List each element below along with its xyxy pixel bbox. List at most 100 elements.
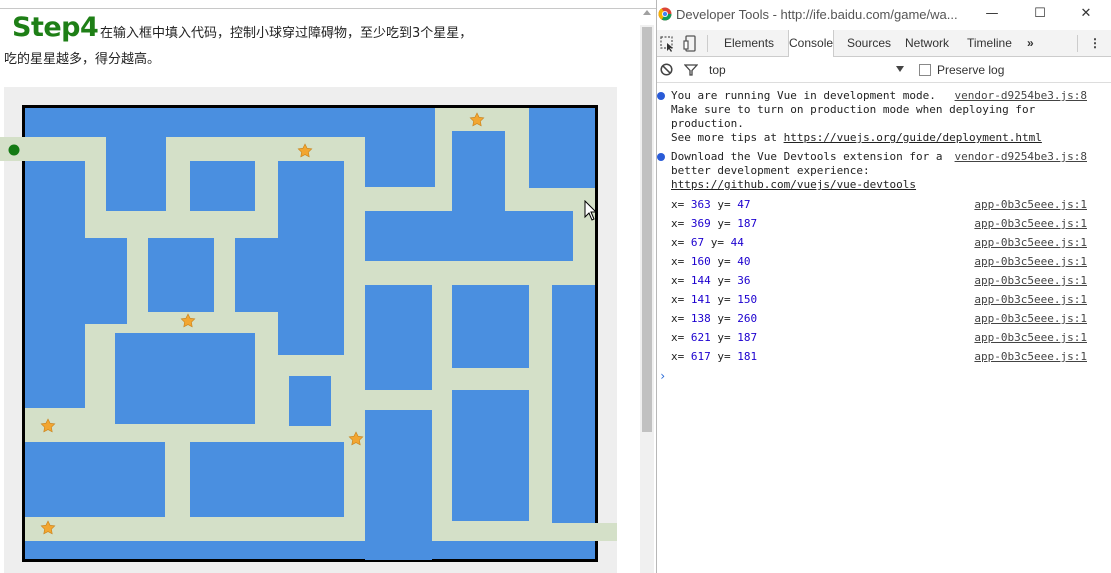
log-source-link[interactable]: app-0b3c5eee.js:1 <box>974 290 1087 309</box>
tab-console-label: Console <box>789 36 834 50</box>
context-dropdown-caret-icon[interactable] <box>896 66 904 72</box>
vue-devtools-link[interactable]: https://github.com/vuejs/vue-devtools <box>671 178 916 191</box>
wall-block <box>148 238 214 312</box>
log-x-label: x= <box>671 312 685 325</box>
filter-icon[interactable] <box>684 64 698 76</box>
log-source-link[interactable]: app-0b3c5eee.js:1 <box>974 271 1087 290</box>
star-icon <box>180 313 196 328</box>
log-x-value: 138 <box>690 312 711 325</box>
log-y-value: 36 <box>737 274 751 287</box>
message-link-line: https://github.com/vuejs/vue-devtools <box>671 178 1091 192</box>
log-x-label: x= <box>671 331 685 344</box>
log-y-label: y= <box>717 217 731 230</box>
log-source-link[interactable]: app-0b3c5eee.js:1 <box>974 328 1087 347</box>
preserve-log-checkbox[interactable] <box>919 64 931 76</box>
wall-block <box>365 137 435 187</box>
page-top-border <box>0 0 656 9</box>
message-source-link[interactable]: vendor-d9254be3.js:8 <box>955 89 1087 103</box>
wall-block <box>115 333 255 424</box>
context-select[interactable]: top <box>709 63 726 77</box>
console-log-row: x= 621 y= 187 app-0b3c5eee.js:1 <box>671 328 1091 347</box>
tab-elements[interactable]: Elements <box>724 30 774 56</box>
log-x-value: 617 <box>690 350 711 363</box>
more-tabs-button[interactable]: » <box>1027 30 1034 56</box>
toolbar-separator <box>707 35 708 52</box>
maximize-button[interactable]: ☐ <box>1025 4 1055 26</box>
log-y-label: y= <box>717 274 731 287</box>
log-y-label: y= <box>717 312 731 325</box>
tab-timeline[interactable]: Timeline <box>967 30 1012 56</box>
instruction-line-1: 在输入框中填入代码，控制小球穿过障碍物，至少吃到3个星星， <box>100 26 473 41</box>
log-x-label: x= <box>671 198 685 211</box>
log-x-value: 363 <box>690 198 711 211</box>
preserve-log-label: Preserve log <box>937 63 1005 77</box>
log-y-label: y= <box>717 255 731 268</box>
wall-block <box>25 161 85 408</box>
log-x-label: x= <box>671 255 685 268</box>
step-title: Step4 <box>12 12 99 43</box>
tab-network[interactable]: Network <box>905 30 949 56</box>
kebab-menu-icon[interactable]: ⋮ <box>1089 30 1101 56</box>
log-x-value: 369 <box>690 217 711 230</box>
maze-board[interactable] <box>0 105 617 562</box>
console-info-message: You are running Vue in development mode.… <box>657 89 1091 145</box>
star-icon <box>40 418 56 433</box>
tab-console[interactable]: Console <box>788 30 835 57</box>
console-log-row: x= 138 y= 260 app-0b3c5eee.js:1 <box>671 309 1091 328</box>
devtools-window: Developer Tools - http://ife.baidu.com/g… <box>656 0 1111 573</box>
log-y-value: 260 <box>737 312 758 325</box>
wall-block <box>190 442 344 517</box>
tab-sources[interactable]: Sources <box>847 30 891 56</box>
wall-block <box>106 137 166 211</box>
inspect-element-icon[interactable] <box>660 36 676 52</box>
log-y-value: 187 <box>737 217 758 230</box>
console-log-row: x= 67 y= 44 app-0b3c5eee.js:1 <box>671 233 1091 252</box>
chrome-icon <box>658 7 672 21</box>
devtools-title: Developer Tools - http://ife.baidu.com/g… <box>676 7 958 22</box>
minimize-button[interactable]: — <box>977 4 1007 26</box>
log-x-value: 160 <box>690 255 711 268</box>
message-source-link[interactable]: vendor-d9254be3.js:8 <box>955 150 1087 164</box>
console-output: You are running Vue in development mode.… <box>657 83 1111 573</box>
message-line: production. <box>671 117 744 130</box>
log-source-link[interactable]: app-0b3c5eee.js:1 <box>974 347 1087 366</box>
star-icon <box>469 112 485 127</box>
toolbar-separator <box>1077 35 1078 52</box>
instruction-line-2: 吃的星星越多，得分越高。 <box>4 52 161 67</box>
clear-console-icon[interactable] <box>660 63 673 76</box>
page-scrollbar-thumb[interactable] <box>642 27 652 432</box>
log-source-link[interactable]: app-0b3c5eee.js:1 <box>974 214 1087 233</box>
log-x-value: 67 <box>690 236 705 249</box>
log-source-link[interactable]: app-0b3c5eee.js:1 <box>974 309 1087 328</box>
scroll-up-arrow-icon[interactable] <box>643 10 651 15</box>
log-y-label: y= <box>717 293 731 306</box>
log-x-value: 144 <box>690 274 711 287</box>
star-icon <box>297 143 313 158</box>
console-prompt-caret-icon[interactable]: › <box>659 369 666 383</box>
log-y-value: 44 <box>730 236 744 249</box>
star-icon <box>40 520 56 535</box>
device-toolbar-icon[interactable] <box>683 35 697 52</box>
console-log-row: x= 144 y= 36 app-0b3c5eee.js:1 <box>671 271 1091 290</box>
wall-block <box>529 108 595 188</box>
log-source-link[interactable]: app-0b3c5eee.js:1 <box>974 252 1087 271</box>
close-button[interactable]: ✕ <box>1071 4 1101 26</box>
log-source-link[interactable]: app-0b3c5eee.js:1 <box>974 233 1087 252</box>
console-toolbar: top Preserve log <box>657 57 1111 83</box>
wall-block <box>289 376 331 426</box>
info-icon <box>657 92 665 100</box>
log-x-value: 141 <box>690 293 711 306</box>
maze-walls <box>25 108 595 560</box>
console-log-row: x= 141 y= 150 app-0b3c5eee.js:1 <box>671 290 1091 309</box>
wall-block <box>365 410 432 560</box>
log-y-label: y= <box>717 331 731 344</box>
wall-block <box>85 238 127 324</box>
wall-block <box>552 285 595 523</box>
log-source-link[interactable]: app-0b3c5eee.js:1 <box>974 195 1087 214</box>
ball <box>8 144 20 156</box>
log-x-label: x= <box>671 274 685 287</box>
page-scrollbar[interactable] <box>640 25 654 573</box>
wall-block <box>452 285 529 368</box>
vue-deployment-link[interactable]: https://vuejs.org/guide/deployment.html <box>784 131 1042 144</box>
wall-block <box>25 108 435 137</box>
